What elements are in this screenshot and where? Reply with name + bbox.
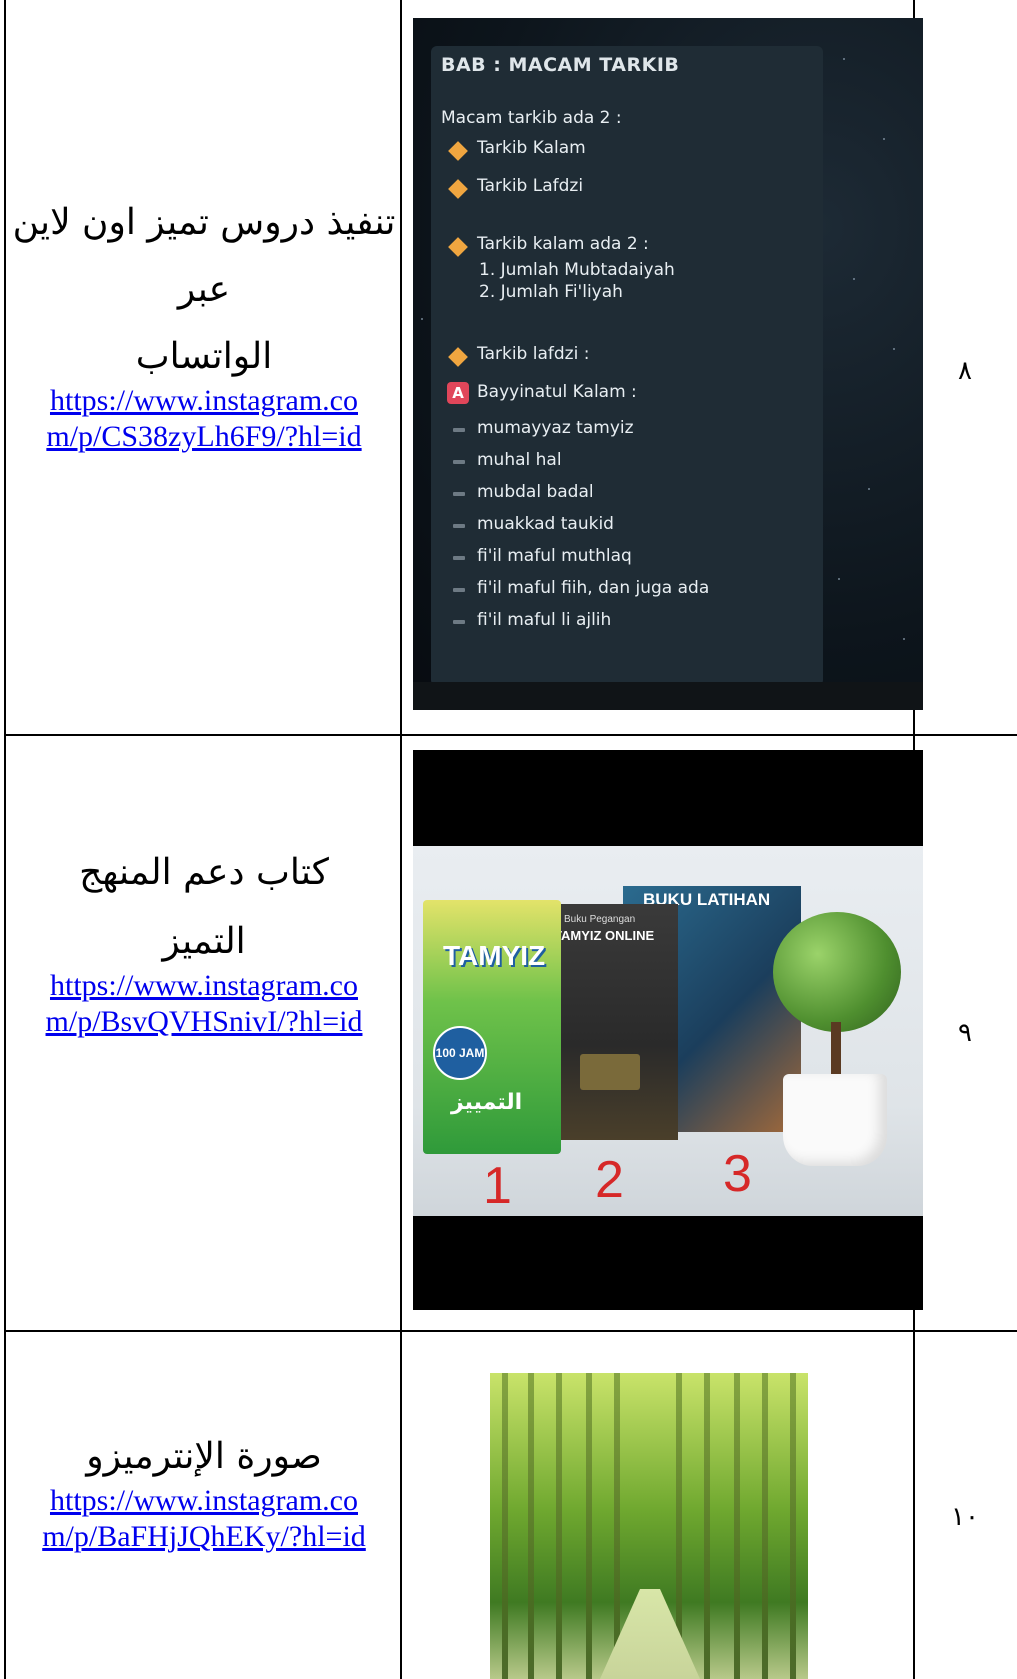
note-item-1: Tarkib Kalam	[477, 138, 586, 158]
note-item-2: Tarkib Lafdzi	[477, 176, 584, 196]
bamboo-stalk	[762, 1373, 768, 1679]
dash-icon	[453, 492, 465, 496]
screenshot-bottom-bar	[413, 682, 923, 710]
diamond-icon	[448, 237, 468, 257]
diamond-icon	[448, 141, 468, 161]
book-1-cover: TAMYIZ 100 JAM التمييز	[423, 900, 561, 1154]
note-sub-item-5: fi'il maful muthlaq	[477, 546, 632, 566]
book-label-2: 2	[595, 1151, 624, 1209]
row-10-bamboo-photo	[490, 1373, 808, 1679]
row-8-desc-line-1: تنفيذ دروس تميز اون لاين	[12, 202, 396, 243]
row-9-desc-line-1: كتاب دعم المنهج	[79, 852, 329, 893]
row-8-desc-line-2: عبر	[177, 269, 231, 310]
table-row-divider-1	[4, 734, 1017, 736]
diamond-icon	[448, 179, 468, 199]
note-sub-item-7: fi'il maful li ajlih	[477, 610, 612, 630]
plant-trunk	[831, 1022, 841, 1082]
row-9-link-part-1: https://www.instagram.co	[49, 969, 358, 1002]
note-sub-item-6: fi'il maful fiih, dan juga ada	[477, 578, 710, 598]
row-8-number: ٨	[958, 356, 972, 386]
dash-icon	[453, 588, 465, 592]
dash-icon	[453, 460, 465, 464]
row-9-link-part-2: m/p/BsvQVHSnivI/?hl=id	[45, 1005, 363, 1038]
bamboo-stalk	[586, 1373, 592, 1679]
book-1-badge: 100 JAM	[433, 1026, 487, 1080]
note-kalam-heading: Tarkib kalam ada 2 :	[477, 234, 649, 254]
row-9-number: ٩	[958, 1018, 972, 1048]
row-8-desc-line-3: الواتساب	[135, 336, 273, 377]
bamboo-stalk	[704, 1373, 710, 1679]
note-sub-item-3: mubdal badal	[477, 482, 594, 502]
book-1-arabic-title: التمييز	[451, 1090, 523, 1115]
row-10-desc-line-1: صورة الإنترميزو	[86, 1436, 322, 1477]
row-8-description: تنفيذ دروس تميز اون لاين عبر الواتساب ht…	[10, 200, 398, 455]
note-sub-item-4: muakkad taukid	[477, 514, 614, 534]
row-10-description: صورة الإنترميزو https://www.instagram.co…	[10, 1434, 398, 1555]
row-8-screenshot-image: BAB : MACAM TARKIB Macam tarkib ada 2 : …	[413, 18, 923, 710]
table-divider-col1	[400, 0, 402, 1679]
row-9-instagram-link[interactable]: https://www.instagram.co m/p/BsvQVHSnivI…	[10, 968, 398, 1040]
note-card: BAB : MACAM TARKIB Macam tarkib ada 2 : …	[431, 46, 823, 686]
row-10-instagram-link[interactable]: https://www.instagram.co m/p/BaFHjJQhEKy…	[10, 1483, 398, 1555]
row-8-instagram-link[interactable]: https://www.instagram.co m/p/CS38zyLh6F9…	[10, 383, 398, 455]
note-kalam-list-1: 1. Jumlah Mubtadaiyah	[479, 260, 675, 280]
bamboo-stalk	[614, 1373, 620, 1679]
row-9-desc-line-2: التميز	[162, 921, 246, 962]
letter-a-badge-icon: A	[447, 382, 469, 404]
bamboo-stalk	[556, 1373, 562, 1679]
row-9-description: كتاب دعم المنهج التميز https://www.insta…	[10, 850, 398, 1040]
note-title: BAB : MACAM TARKIB	[441, 54, 680, 76]
book-label-1: 1	[483, 1157, 512, 1215]
row-10-link-part-1: https://www.instagram.co	[49, 1484, 358, 1517]
bamboo-stalk	[790, 1373, 796, 1679]
table-border-left	[4, 0, 6, 1679]
dash-icon	[453, 620, 465, 624]
book-2-title: TAMYIZ ONLINE	[554, 928, 655, 943]
note-intro: Macam tarkib ada 2 :	[441, 108, 622, 128]
dash-icon	[453, 524, 465, 528]
note-lafdzi-heading: Tarkib lafdzi :	[477, 344, 590, 364]
dash-icon	[453, 556, 465, 560]
row-10-link-part-2: m/p/BaFHjJQhEKy/?hl=id	[42, 1520, 366, 1553]
books-scene: BUKU LATIHAN Buku Pegangan TAMYIZ ONLINE…	[413, 846, 923, 1216]
diamond-icon	[448, 347, 468, 367]
plant-foliage	[773, 912, 901, 1032]
bamboo-stalk	[502, 1373, 508, 1679]
book-2-cover: Buku Pegangan TAMYIZ ONLINE	[545, 904, 678, 1140]
note-sub-item-2: muhal hal	[477, 450, 562, 470]
quran-image	[580, 1054, 640, 1090]
table-row-divider-2	[4, 1330, 1017, 1332]
note-kalam-list-2: 2. Jumlah Fi'liyah	[479, 282, 623, 302]
row-10-number: ١٠	[951, 1502, 979, 1532]
plant-pot	[783, 1074, 887, 1166]
row-8-link-part-2: m/p/CS38zyLh6F9/?hl=id	[46, 420, 362, 453]
note-sub-item-1: mumayyaz tamyiz	[477, 418, 634, 438]
note-bayyinatul: Bayyinatul Kalam :	[477, 382, 637, 402]
bamboo-stalk	[734, 1373, 740, 1679]
book-2-top: Buku Pegangan	[564, 914, 636, 925]
bamboo-stalk	[528, 1373, 534, 1679]
book-1-title: TAMYIZ	[443, 940, 546, 971]
book-label-3: 3	[723, 1145, 752, 1203]
dash-icon	[453, 428, 465, 432]
row-8-link-part-1: https://www.instagram.co	[49, 384, 358, 417]
row-9-books-photo: BUKU LATIHAN Buku Pegangan TAMYIZ ONLINE…	[413, 750, 923, 1310]
